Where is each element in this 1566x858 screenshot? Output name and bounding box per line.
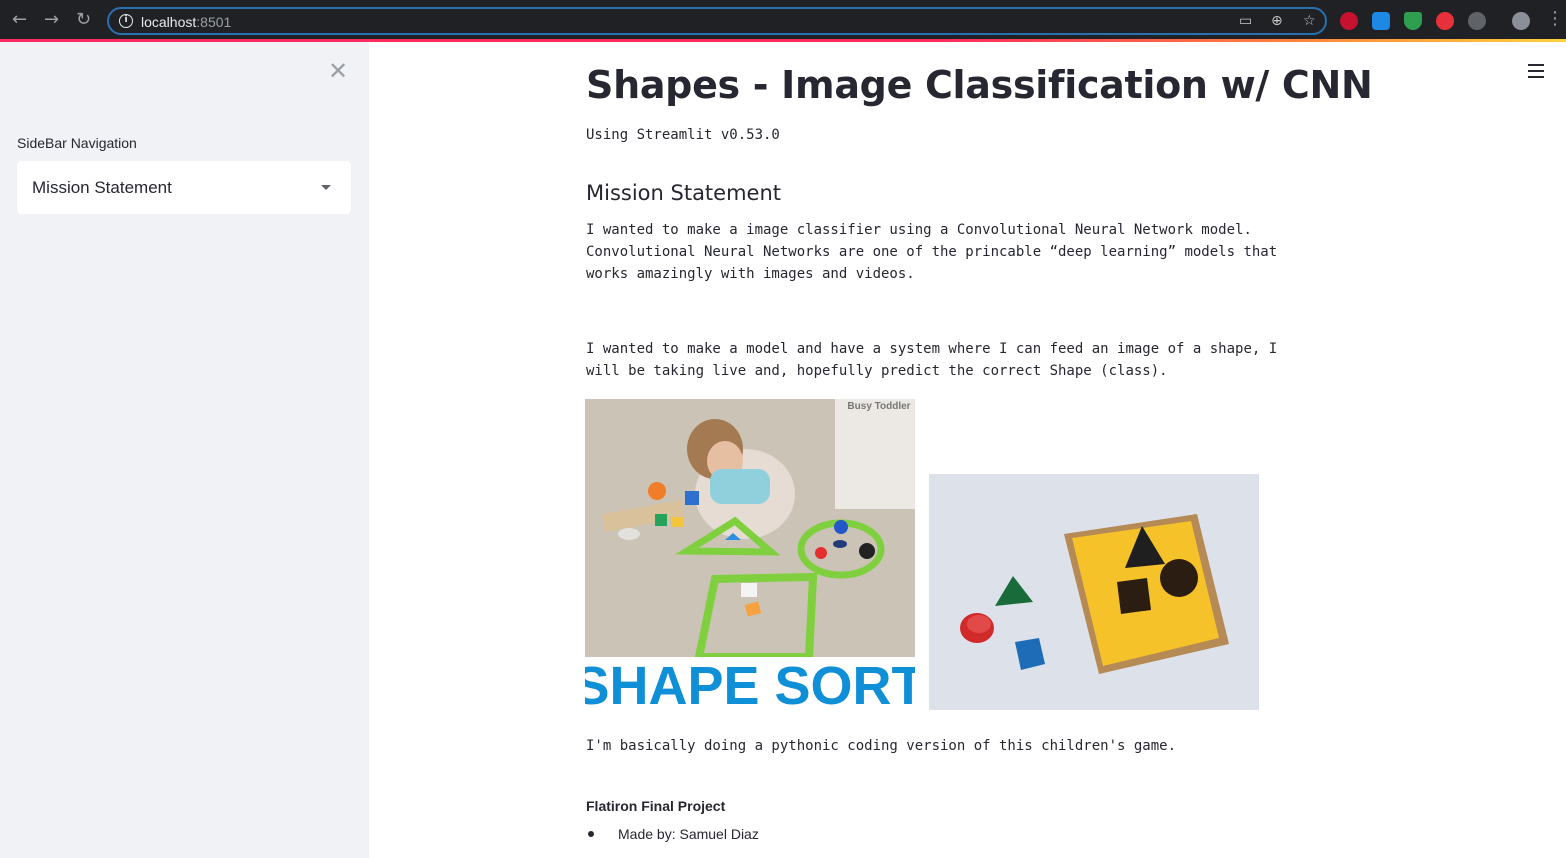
shape-sort-photo: SHAPE SORT Busy Toddler: [585, 399, 915, 710]
version-text: Using Streamlit v0.53.0: [586, 127, 780, 143]
sidebar-navigation-label: SideBar Navigation: [17, 135, 137, 151]
puzzle-extension-icon[interactable]: [1468, 12, 1486, 30]
stop-extension-icon[interactable]: [1436, 12, 1454, 30]
url-text: localhost:8501: [141, 14, 232, 30]
zoom-icon[interactable]: ⊕: [1271, 13, 1283, 29]
bookmark-star-icon[interactable]: ☆: [1303, 13, 1316, 29]
adblock-extension-icon[interactable]: [1340, 12, 1358, 30]
shape-sorter-box-photo: [929, 474, 1259, 710]
profile-avatar[interactable]: [1512, 12, 1530, 30]
browser-menu-icon[interactable]: ⋮: [1546, 9, 1564, 29]
back-arrow-icon[interactable]: ←: [12, 10, 27, 30]
sidebar-navigation-select[interactable]: Mission Statement: [17, 161, 351, 214]
browser-toolbar: ← → ↻ i localhost:8501 ▭ ⊕ ☆ ⋮: [0, 0, 1566, 42]
forward-arrow-icon[interactable]: →: [44, 10, 59, 30]
reload-icon[interactable]: ↻: [76, 10, 91, 30]
site-info-icon[interactable]: i: [119, 14, 133, 28]
paragraph-goal: I wanted to make a model and have a syst…: [586, 341, 1278, 379]
sidebar: ✕ SideBar Navigation Mission Statement: [0, 42, 369, 858]
close-sidebar-icon[interactable]: ✕: [327, 59, 349, 83]
page-title: Shapes - Image Classification w/ CNN: [586, 63, 1373, 107]
shield-extension-icon[interactable]: [1404, 12, 1422, 30]
trello-extension-icon[interactable]: [1372, 12, 1390, 30]
busy-toddler-watermark: Busy Toddler: [847, 401, 910, 412]
author-text: Made by: Samuel Diaz: [618, 826, 759, 842]
section-heading: Mission Statement: [586, 181, 782, 205]
hamburger-menu-icon[interactable]: [1528, 64, 1544, 78]
project-subheading: Flatiron Final Project: [586, 798, 726, 814]
address-bar[interactable]: i localhost:8501 ▭ ⊕ ☆: [107, 7, 1327, 35]
paragraph-intro: I wanted to make a image classifier usin…: [586, 222, 1278, 282]
paragraph-explanation: I'm basically doing a pythonic coding ve…: [586, 738, 1177, 754]
select-value: Mission Statement: [32, 178, 172, 197]
shape-sort-caption: SHAPE SORT: [585, 656, 915, 710]
bullet-dot-icon: [588, 831, 594, 837]
caret-down-icon: [321, 185, 331, 190]
cast-icon[interactable]: ▭: [1239, 13, 1252, 29]
